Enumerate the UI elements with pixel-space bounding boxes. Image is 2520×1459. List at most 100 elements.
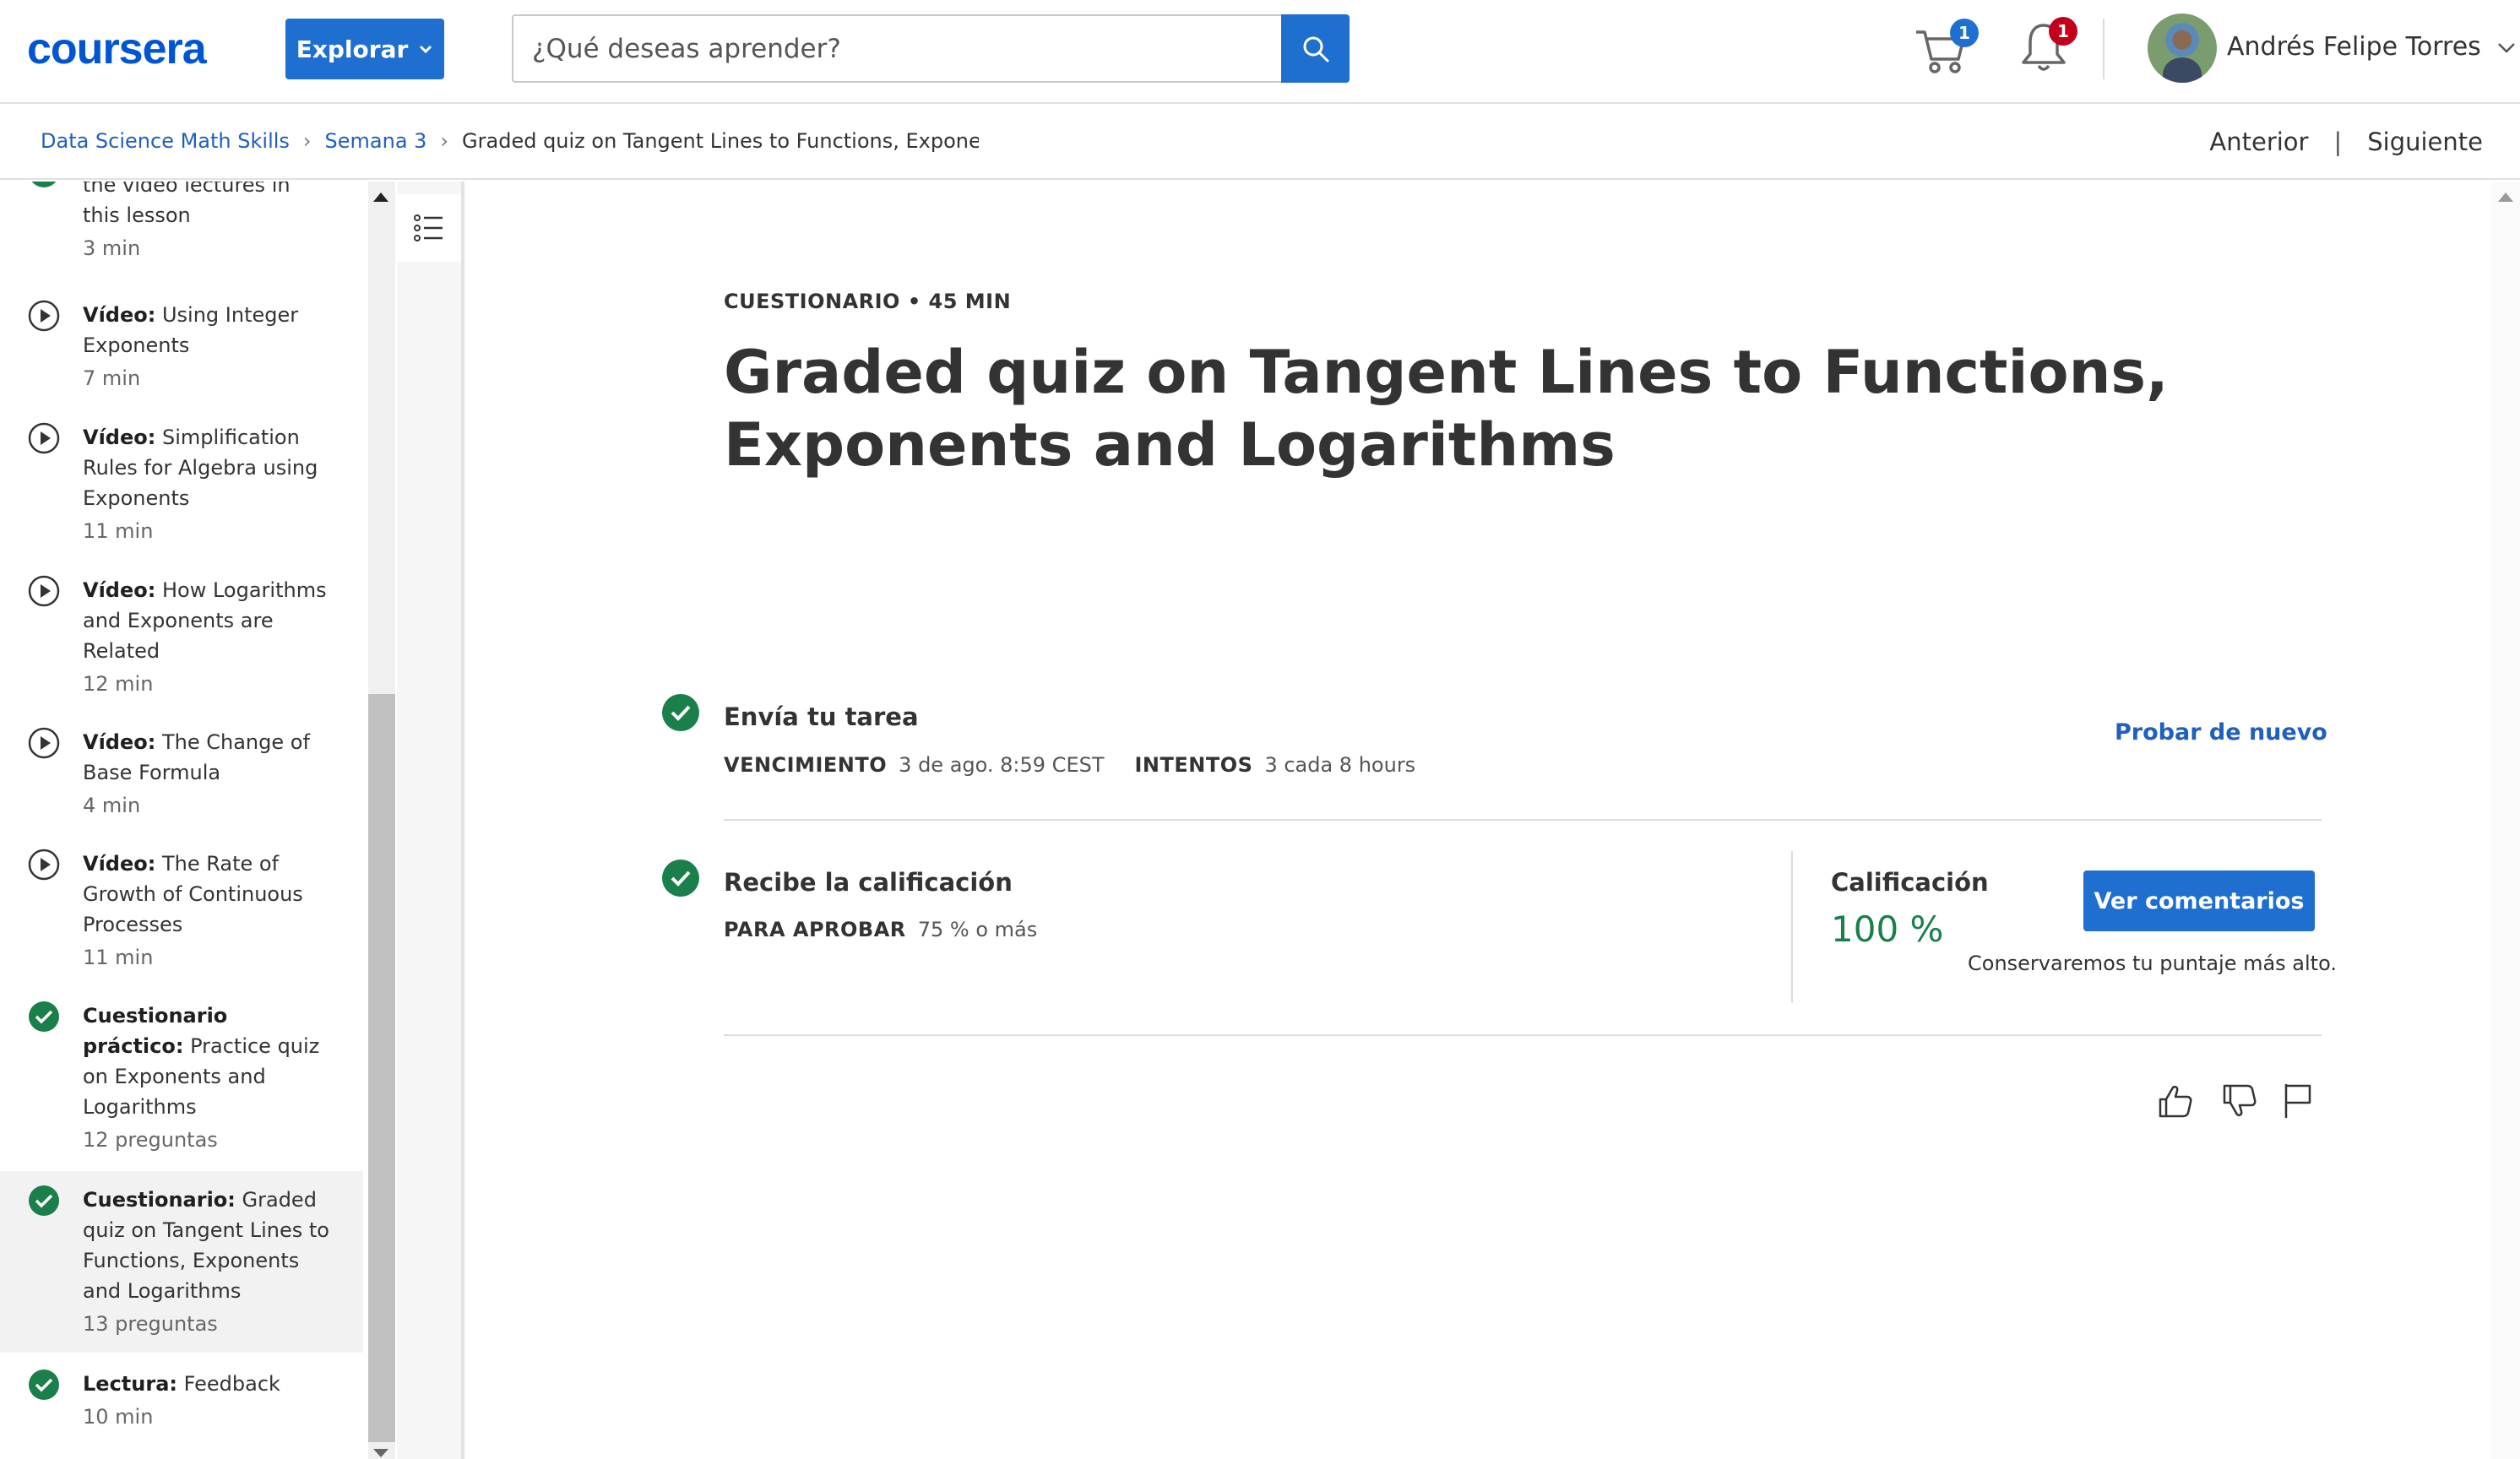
page-title: Graded quiz on Tangent Lines to Function… xyxy=(724,338,2169,480)
list-icon xyxy=(414,214,443,241)
play-circle-icon xyxy=(28,727,60,759)
page-scrollbar[interactable] xyxy=(2491,182,2520,1459)
thumbs-down-icon[interactable] xyxy=(2219,1081,2260,1121)
check-circle-icon xyxy=(29,1185,59,1216)
play-circle-icon xyxy=(28,422,60,454)
notifications-button[interactable]: 1 xyxy=(2018,17,2077,78)
sidebar-item-title: Vídeo: Simplification Rules for Algebra … xyxy=(83,426,318,510)
play-circle-icon xyxy=(28,575,60,607)
sidebar-item-title: Lectura: Feedback xyxy=(83,1372,280,1396)
sidebar-item-title: Cuestionario: Graded quiz on Tangent Lin… xyxy=(83,1188,329,1303)
sidebar-item[interactable]: Vídeo: The Rate of Growth of Continuous … xyxy=(0,849,363,973)
sidebar-item-title: Cuestionario práctico: Practice quiz on … xyxy=(83,1004,320,1119)
sidebar-item-type: Vídeo: xyxy=(83,303,156,327)
scroll-down-arrow-icon[interactable] xyxy=(373,1449,388,1457)
retry-link[interactable]: Probar de nuevo xyxy=(2115,719,2327,746)
chevron-right-icon: › xyxy=(302,129,312,153)
submit-step-title: Envía tu tarea xyxy=(724,702,919,731)
sidebar-item-type: Lectura: xyxy=(83,1372,177,1396)
sidebar-item-type: Vídeo: xyxy=(83,426,156,449)
scroll-up-arrow-icon[interactable] xyxy=(2498,193,2513,202)
sidebar-item-meta: 10 min xyxy=(83,1405,154,1429)
notifications-count-badge: 1 xyxy=(2049,17,2077,46)
flag-icon[interactable] xyxy=(2278,1081,2318,1121)
breadcrumb-current: Graded quiz on Tangent Lines to Function… xyxy=(462,129,980,153)
play-circle-icon xyxy=(28,849,60,881)
sidebar-scrollbar-thumb[interactable] xyxy=(368,694,395,1442)
sidebar-item-meta: 11 min xyxy=(83,519,154,543)
check-circle-icon xyxy=(662,860,699,897)
sidebar-item-type: Cuestionario: xyxy=(83,1188,236,1212)
sidebar-item[interactable]: the video lectures in this lesson 3 min xyxy=(0,182,363,271)
cart-button[interactable]: 1 xyxy=(1913,19,1979,78)
pass-label: PARA APROBAR xyxy=(724,918,906,941)
explore-label: Explorar xyxy=(296,35,409,63)
play-circle-icon xyxy=(28,300,60,332)
sidebar-item-meta: 3 min xyxy=(83,236,141,260)
sidebar-item[interactable]: Cuestionario práctico: Practice quiz on … xyxy=(0,1001,363,1155)
divider xyxy=(724,819,2322,821)
check-circle-icon xyxy=(29,1370,59,1400)
check-circle-icon xyxy=(31,182,57,187)
search-input[interactable] xyxy=(532,33,1263,64)
search-button[interactable] xyxy=(1281,14,1350,83)
sidebar-item-title: Vídeo: The Change of Base Formula xyxy=(83,730,310,784)
sidebar-item[interactable]: Vídeo: Simplification Rules for Algebra … xyxy=(0,422,363,546)
course-sidebar: the video lectures in this lesson 3 min … xyxy=(0,182,368,1459)
user-name: Andrés Felipe Torres xyxy=(2227,32,2481,62)
attempts-label: INTENTOS xyxy=(1134,753,1253,777)
sidebar-item-meta: 11 min xyxy=(83,946,154,969)
cart-count-badge: 1 xyxy=(1950,19,1979,47)
explore-button[interactable]: Explorar xyxy=(285,19,444,79)
sidebar-item-title: Vídeo: The Rate of Growth of Continuous … xyxy=(83,852,303,936)
coursera-logo[interactable]: coursera xyxy=(27,24,207,74)
search-field[interactable] xyxy=(512,14,1282,83)
sidebar-item[interactable]: Lectura: Feedback 10 min xyxy=(0,1369,363,1432)
scroll-up-arrow-icon[interactable] xyxy=(373,193,388,202)
chevron-down-icon xyxy=(420,45,432,54)
sidebar-item-title: Vídeo: Using Integer Exponents xyxy=(83,303,299,357)
header-divider xyxy=(2103,19,2105,79)
due-value: 3 de ago. 8:59 CEST xyxy=(899,753,1105,777)
sidebar-item-type: Vídeo: xyxy=(83,578,156,602)
grade-value: 100 % xyxy=(1831,908,1944,950)
breadcrumb-course-link[interactable]: Data Science Math Skills xyxy=(41,129,290,153)
thumbs-up-icon[interactable] xyxy=(2155,1081,2196,1121)
check-circle-icon xyxy=(662,694,699,731)
previous-link[interactable]: Anterior xyxy=(2209,127,2308,156)
sidebar-item-meta: 7 min xyxy=(83,366,141,390)
sidebar-item[interactable]: Vídeo: Using Integer Exponents 7 min xyxy=(0,300,363,393)
next-link[interactable]: Siguiente xyxy=(2367,127,2483,156)
user-menu[interactable]: Andrés Felipe Torres xyxy=(2227,32,2517,62)
sidebar-item-current[interactable]: Cuestionario: Graded quiz on Tangent Lin… xyxy=(0,1171,363,1353)
nav-separator: | xyxy=(2333,127,2343,156)
toc-toggle-button[interactable] xyxy=(397,194,461,262)
sidebar-item-meta: 12 preguntas xyxy=(83,1128,218,1152)
chevron-right-icon: › xyxy=(440,129,449,153)
avatar[interactable] xyxy=(2148,14,2217,83)
grade-divider xyxy=(1791,851,1793,1003)
sidebar-item-type: Vídeo: xyxy=(83,852,156,876)
top-header: coursera Explorar 1 1 Andrés Felipe Torr… xyxy=(0,0,2520,104)
breadcrumb: Data Science Math Skills › Semana 3 › Gr… xyxy=(41,129,979,153)
grade-step-meta: PARA APROBAR 75 % o más xyxy=(724,918,1037,941)
grade-step-title: Recibe la calificación xyxy=(724,868,1013,897)
breadcrumb-week-link[interactable]: Semana 3 xyxy=(325,129,427,153)
sidebar-item-meta: 13 preguntas xyxy=(83,1312,218,1336)
keep-highest-note: Conservaremos tu puntaje más alto. xyxy=(1968,952,2337,975)
breadcrumb-bar: Data Science Math Skills › Semana 3 › Gr… xyxy=(0,106,2520,180)
item-navigation: Anterior | Siguiente xyxy=(2209,127,2483,156)
sidebar-item-type: Vídeo: xyxy=(83,730,156,754)
submit-step-meta: VENCIMIENTO 3 de ago. 8:59 CEST INTENTOS… xyxy=(724,753,1415,777)
view-feedback-button[interactable]: Ver comentarios xyxy=(2083,871,2315,931)
grade-label: Calificación xyxy=(1831,868,1989,897)
sidebar-item-title: Vídeo: How Logarithms and Exponents are … xyxy=(83,578,327,663)
due-label: VENCIMIENTO xyxy=(724,753,888,777)
divider xyxy=(724,1034,2322,1036)
sidebar-item[interactable]: Vídeo: How Logarithms and Exponents are … xyxy=(0,575,363,699)
pass-value: 75 % o más xyxy=(917,918,1038,941)
chevron-down-icon xyxy=(2497,42,2515,53)
toc-rail xyxy=(397,182,464,1459)
sidebar-item[interactable]: Vídeo: The Change of Base Formula 4 min xyxy=(0,727,363,821)
attempts-value: 3 cada 8 hours xyxy=(1264,753,1416,777)
